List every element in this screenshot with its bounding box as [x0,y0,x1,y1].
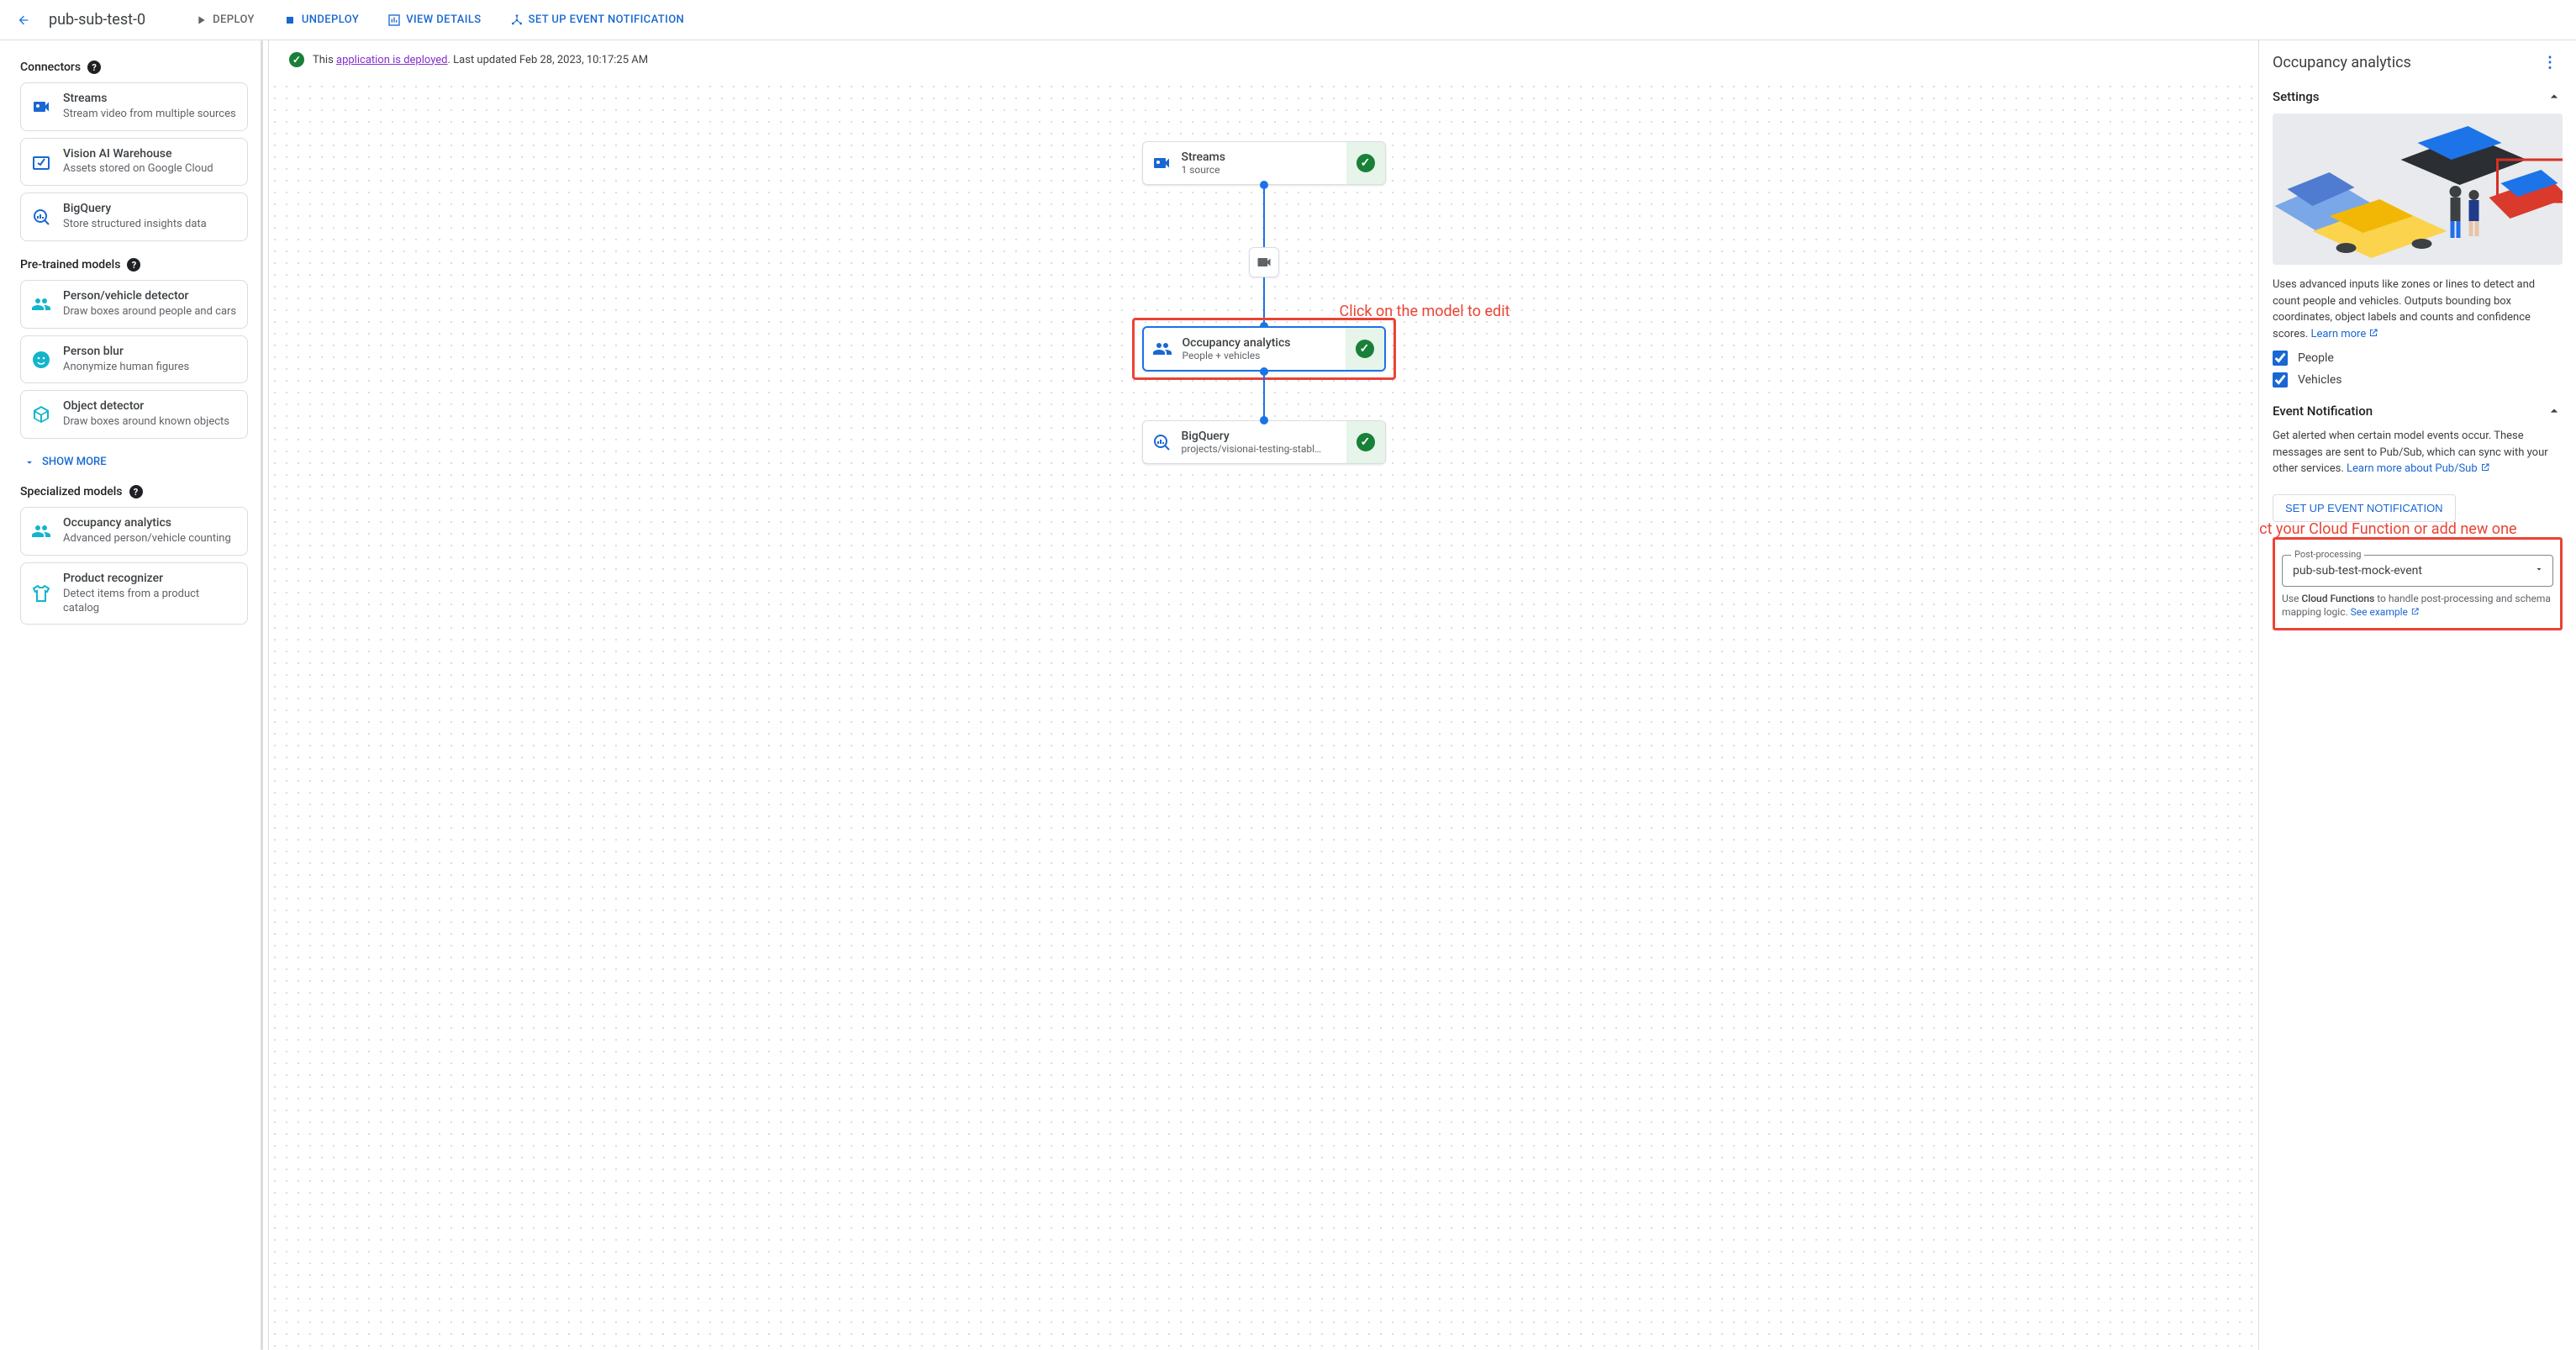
sidebar-item-warehouse[interactable]: Vision AI Warehouse Assets stored on Goo… [20,138,248,187]
setup-event-notification-button[interactable]: SET UP EVENT NOTIFICATION [2273,494,2456,522]
chart-icon [387,13,401,27]
camera-icon [31,97,51,117]
annotation-label-2: Select your Cloud Function or add new on… [2259,520,2576,538]
external-link-icon [2480,462,2490,472]
vehicles-checkbox[interactable]: Vehicles [2273,372,2563,388]
sidebar-item-streams[interactable]: Streams Stream video from multiple sourc… [20,82,248,131]
people-icon [31,521,51,541]
people-icon [31,294,51,314]
left-sidebar: Connectors ? Streams Stream video from m… [0,40,269,1350]
panel-title: Occupancy analytics [2273,54,2411,71]
node-bigquery[interactable]: BigQuery projects/visionai-testing-stabl… [1142,420,1386,464]
main-area: Connectors ? Streams Stream video from m… [0,40,2576,1350]
check-circle-icon: ✓ [289,52,304,67]
help-icon[interactable]: ? [127,258,140,272]
deployed-link[interactable]: application is deployed [336,54,448,66]
status-ok-icon: ✓ [1346,421,1385,463]
camera-icon [1143,153,1180,173]
occupancy-illustration [2273,113,2563,265]
stop-icon [283,13,297,27]
flow-edge [1263,277,1265,326]
field-value: pub-sub-test-mock-event [2293,564,2422,577]
right-panel: Occupancy analytics ⋮ Settings [2258,40,2576,1350]
status-ok-icon: ✓ [1346,142,1385,184]
connectors-heading: Connectors ? [20,61,248,74]
bigquery-icon [1143,432,1180,452]
event-section-toggle[interactable]: Event Notification [2273,394,2563,428]
settings-description: Uses advanced inputs like zones or lines… [2273,277,2563,342]
sidebar-item-product-recognizer[interactable]: Product recognizer Detect items from a p… [20,562,248,625]
learn-pubsub-link[interactable]: Learn more about Pub/Sub [2347,462,2490,475]
flow-edge [1263,185,1265,247]
more-menu-button[interactable]: ⋮ [2537,54,2563,71]
help-icon[interactable]: ? [129,485,143,498]
dropdown-caret-icon [2534,564,2544,577]
people-checkbox-input[interactable] [2273,351,2288,366]
app-title: pub-sub-test-0 [49,11,145,29]
cube-icon [31,404,51,425]
help-icon[interactable]: ? [87,61,101,74]
learn-more-link[interactable]: Learn more [2310,328,2378,340]
sidebar-item-bigquery[interactable]: BigQuery Store structured insights data [20,192,248,241]
nodes-icon [510,13,524,27]
sidebar-item-occupancy[interactable]: Occupancy analytics Advanced person/vehi… [20,507,248,556]
external-link-icon [2368,328,2378,338]
chevron-up-icon [2546,88,2563,105]
arrow-left-icon [17,13,30,27]
annotation-highlight-2: Post-processing pub-sub-test-mock-event … [2273,537,2563,631]
node-occupancy[interactable]: Occupancy analytics People + vehicles ✓ [1142,326,1386,372]
vehicles-checkbox-input[interactable] [2273,372,2288,388]
sidebar-item-person-blur[interactable]: Person blur Anonymize human figures [20,335,248,384]
see-example-link[interactable]: See example [2351,606,2420,618]
node-streams[interactable]: Streams 1 source ✓ [1142,141,1386,185]
people-checkbox[interactable]: People [2273,351,2563,366]
show-more-button[interactable]: SHOW MORE [20,446,248,485]
deploy-status: ✓ This application is deployed. Last upd… [269,40,2258,79]
pretrained-heading: Pre-trained models ? [20,258,248,272]
pipeline-canvas[interactable]: ✓ This application is deployed. Last upd… [269,40,2258,1350]
video-chip-icon[interactable] [1249,247,1279,277]
undeploy-button[interactable]: UNDEPLOY [277,13,366,27]
top-bar: pub-sub-test-0 DEPLOY UNDEPLOY VIEW DETA… [0,0,2576,40]
view-details-button[interactable]: VIEW DETAILS [381,13,487,27]
back-button[interactable] [13,10,34,30]
sidebar-item-object-detector[interactable]: Object detector Draw boxes around known … [20,390,248,439]
chevron-down-icon [24,456,35,468]
shirt-icon [31,583,51,604]
flow-edge [1263,372,1265,420]
pipeline-flow: Streams 1 source ✓ Occupancy analytic [1142,141,1386,464]
play-icon [194,13,208,27]
field-label: Post-processing [2291,549,2364,560]
specialized-heading: Specialized models ? [20,485,248,498]
setup-event-notif-button[interactable]: SET UP EVENT NOTIFICATION [503,13,692,27]
chevron-up-icon [2546,403,2563,419]
face-icon [31,350,51,370]
bigquery-icon [31,207,51,227]
people-icon [1144,339,1181,359]
warehouse-icon [31,152,51,172]
event-description: Get alerted when certain model events oc… [2273,428,2563,477]
status-ok-icon: ✓ [1346,328,1384,370]
external-link-icon [2410,607,2420,616]
post-processing-hint: Use Cloud Functions to handle post-proce… [2282,592,2553,620]
sidebar-item-person-vehicle[interactable]: Person/vehicle detector Draw boxes aroun… [20,280,248,329]
post-processing-select[interactable]: Post-processing pub-sub-test-mock-event [2282,555,2553,587]
deploy-button[interactable]: DEPLOY [187,13,261,27]
settings-section-toggle[interactable]: Settings [2273,80,2563,113]
